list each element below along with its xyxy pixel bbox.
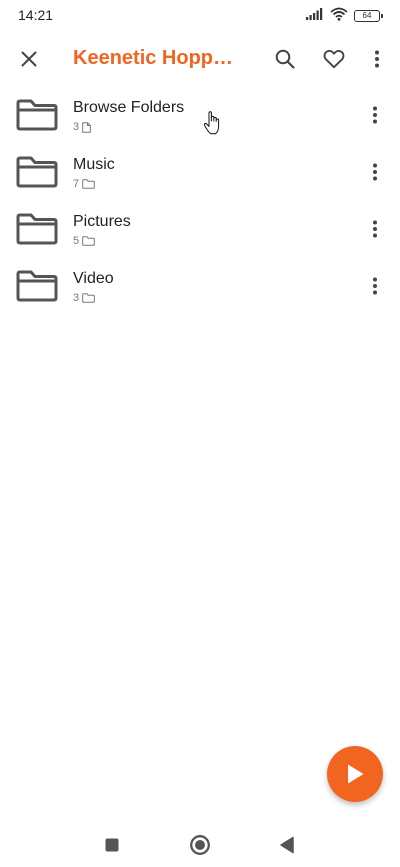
back-button[interactable] [275, 833, 299, 857]
back-triangle-icon [280, 836, 294, 854]
item-more-button[interactable] [361, 215, 389, 243]
folder-small-icon [82, 179, 95, 189]
folder-small-icon [82, 236, 95, 246]
item-count: 3 [73, 292, 80, 304]
more-options-button[interactable] [360, 42, 394, 76]
item-more-button[interactable] [361, 272, 389, 300]
folder-icon [16, 270, 58, 302]
item-title: Browse Folders [73, 99, 185, 116]
more-vertical-icon [373, 163, 377, 181]
close-icon [21, 51, 37, 67]
page-title: Keenetic Hoppe… [73, 47, 243, 69]
item-meta: 3 [73, 120, 91, 134]
play-icon [348, 764, 364, 784]
hand-cursor-icon [203, 111, 220, 135]
item-meta: 3 [73, 291, 95, 305]
folder-list: Browse Folders 3 Music 7 Pictures 5 Vide… [0, 87, 400, 315]
more-vertical-icon [375, 50, 379, 68]
status-icons: 64 [306, 7, 383, 26]
signal-icon [306, 7, 324, 25]
item-meta: 5 [73, 234, 95, 248]
status-bar: 14:21 64 [0, 0, 400, 32]
search-button[interactable] [268, 42, 302, 76]
item-count: 7 [73, 178, 80, 190]
more-vertical-icon [373, 220, 377, 238]
search-icon [275, 49, 295, 69]
home-button[interactable] [188, 833, 212, 857]
favorite-button[interactable] [317, 42, 351, 76]
item-title: Video [73, 270, 114, 287]
folder-icon [16, 213, 58, 245]
list-item[interactable]: Pictures 5 [0, 201, 400, 258]
item-count: 3 [73, 121, 80, 133]
folder-icon [16, 156, 58, 188]
item-title: Music [73, 156, 115, 173]
list-item[interactable]: Browse Folders 3 [0, 87, 400, 144]
close-button[interactable] [12, 42, 46, 76]
folder-small-icon [82, 293, 95, 303]
more-vertical-icon [373, 277, 377, 295]
item-more-button[interactable] [361, 101, 389, 129]
home-circle-icon [190, 835, 210, 855]
item-meta: 7 [73, 177, 95, 191]
recents-button[interactable] [100, 833, 124, 857]
navigation-bar [0, 822, 400, 867]
status-time: 14:21 [18, 7, 54, 23]
toolbar: Keenetic Hoppe… [0, 34, 400, 84]
item-title: Pictures [73, 213, 131, 230]
wifi-icon [330, 7, 348, 26]
file-icon [82, 121, 91, 133]
battery-level: 64 [362, 11, 372, 20]
folder-icon [16, 99, 58, 131]
recents-square-icon [105, 838, 119, 852]
item-count: 5 [73, 235, 80, 247]
item-more-button[interactable] [361, 158, 389, 186]
more-vertical-icon [373, 106, 377, 124]
battery-icon: 64 [354, 10, 383, 22]
heart-icon [323, 50, 345, 69]
list-item[interactable]: Music 7 [0, 144, 400, 201]
list-item[interactable]: Video 3 [0, 258, 400, 315]
screen: 14:21 64 Keenetic Hoppe… Browse Folders … [0, 0, 400, 867]
play-fab-button[interactable] [327, 746, 383, 802]
